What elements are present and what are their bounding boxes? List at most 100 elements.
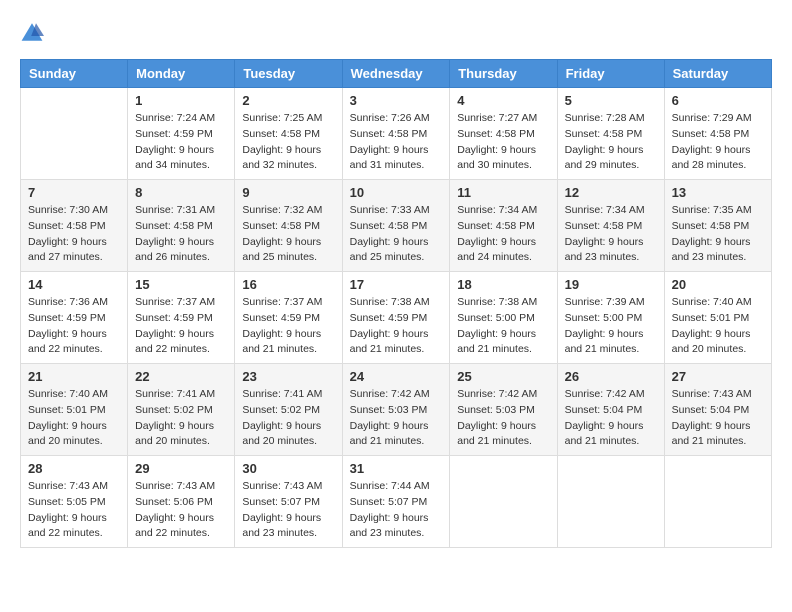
day-number: 29 bbox=[135, 461, 227, 476]
day-cell: 17 Sunrise: 7:38 AMSunset: 4:59 PMDayligh… bbox=[342, 272, 450, 364]
day-number: 7 bbox=[28, 185, 120, 200]
day-number: 31 bbox=[350, 461, 443, 476]
header-sunday: Sunday bbox=[21, 60, 128, 88]
day-cell: 9 Sunrise: 7:32 AMSunset: 4:58 PMDaylight… bbox=[235, 180, 342, 272]
logo bbox=[20, 20, 48, 44]
day-info: Sunrise: 7:25 AMSunset: 4:58 PMDaylight:… bbox=[242, 111, 334, 174]
day-number: 30 bbox=[242, 461, 334, 476]
day-info: Sunrise: 7:32 AMSunset: 4:58 PMDaylight:… bbox=[242, 203, 334, 266]
day-number: 21 bbox=[28, 369, 120, 384]
day-info: Sunrise: 7:40 AMSunset: 5:01 PMDaylight:… bbox=[28, 387, 120, 450]
day-cell: 7 Sunrise: 7:30 AMSunset: 4:58 PMDaylight… bbox=[21, 180, 128, 272]
day-number: 25 bbox=[457, 369, 549, 384]
day-number: 11 bbox=[457, 185, 549, 200]
day-number: 4 bbox=[457, 93, 549, 108]
day-cell: 16Sunrise: 7:37 AMSunset: 4:59 PMDayligh… bbox=[235, 272, 342, 364]
day-cell: 19 Sunrise: 7:39 AMSunset: 5:00 PMDayligh… bbox=[557, 272, 664, 364]
day-cell: 21 Sunrise: 7:40 AMSunset: 5:01 PMDayligh… bbox=[21, 364, 128, 456]
header-saturday: Saturday bbox=[664, 60, 771, 88]
day-number: 9 bbox=[242, 185, 334, 200]
day-number: 12 bbox=[565, 185, 657, 200]
day-number: 3 bbox=[350, 93, 443, 108]
day-cell: 14 Sunrise: 7:36 AMSunset: 4:59 PMDayligh… bbox=[21, 272, 128, 364]
day-cell: 18 Sunrise: 7:38 AMSunset: 5:00 PMDayligh… bbox=[450, 272, 557, 364]
day-cell bbox=[450, 456, 557, 548]
day-cell: 25 Sunrise: 7:42 AMSunset: 5:03 PMDayligh… bbox=[450, 364, 557, 456]
day-cell: 28 Sunrise: 7:43 AMSunset: 5:05 PMDayligh… bbox=[21, 456, 128, 548]
day-number: 27 bbox=[672, 369, 764, 384]
day-cell: 6 Sunrise: 7:29 AMSunset: 4:58 PMDaylight… bbox=[664, 88, 771, 180]
day-cell: 11 Sunrise: 7:34 AMSunset: 4:58 PMDayligh… bbox=[450, 180, 557, 272]
day-number: 23 bbox=[242, 369, 334, 384]
day-info: Sunrise: 7:30 AMSunset: 4:58 PMDaylight:… bbox=[28, 203, 120, 266]
day-number: 15 bbox=[135, 277, 227, 292]
day-number: 1 bbox=[135, 93, 227, 108]
week-row-2: 7 Sunrise: 7:30 AMSunset: 4:58 PMDaylight… bbox=[21, 180, 772, 272]
day-info: Sunrise: 7:42 AMSunset: 5:03 PMDaylight:… bbox=[457, 387, 549, 450]
day-number: 28 bbox=[28, 461, 120, 476]
day-number: 22 bbox=[135, 369, 227, 384]
day-info: Sunrise: 7:38 AMSunset: 4:59 PMDaylight:… bbox=[350, 295, 443, 358]
day-number: 2 bbox=[242, 93, 334, 108]
day-info: Sunrise: 7:27 AMSunset: 4:58 PMDaylight:… bbox=[457, 111, 549, 174]
day-cell: 3 Sunrise: 7:26 AMSunset: 4:58 PMDaylight… bbox=[342, 88, 450, 180]
week-row-1: 1Sunrise: 7:24 AMSunset: 4:59 PMDaylight… bbox=[21, 88, 772, 180]
day-info: Sunrise: 7:38 AMSunset: 5:00 PMDaylight:… bbox=[457, 295, 549, 358]
day-cell bbox=[664, 456, 771, 548]
day-cell: 20Sunrise: 7:40 AMSunset: 5:01 PMDayligh… bbox=[664, 272, 771, 364]
day-info: Sunrise: 7:37 AMSunset: 4:59 PMDaylight:… bbox=[135, 295, 227, 358]
day-info: Sunrise: 7:33 AMSunset: 4:58 PMDaylight:… bbox=[350, 203, 443, 266]
day-number: 16 bbox=[242, 277, 334, 292]
day-info: Sunrise: 7:44 AMSunset: 5:07 PMDaylight:… bbox=[350, 479, 443, 542]
day-info: Sunrise: 7:43 AMSunset: 5:04 PMDaylight:… bbox=[672, 387, 764, 450]
day-info: Sunrise: 7:26 AMSunset: 4:58 PMDaylight:… bbox=[350, 111, 443, 174]
logo-icon bbox=[20, 20, 44, 44]
calendar: SundayMondayTuesdayWednesdayThursdayFrid… bbox=[20, 59, 772, 548]
day-cell: 31 Sunrise: 7:44 AMSunset: 5:07 PMDayligh… bbox=[342, 456, 450, 548]
day-cell: 24 Sunrise: 7:42 AMSunset: 5:03 PMDayligh… bbox=[342, 364, 450, 456]
day-cell: 23 Sunrise: 7:41 AMSunset: 5:02 PMDayligh… bbox=[235, 364, 342, 456]
week-row-4: 21 Sunrise: 7:40 AMSunset: 5:01 PMDayligh… bbox=[21, 364, 772, 456]
day-info: Sunrise: 7:35 AMSunset: 4:58 PMDaylight:… bbox=[672, 203, 764, 266]
day-info: Sunrise: 7:31 AMSunset: 4:58 PMDaylight:… bbox=[135, 203, 227, 266]
day-number: 24 bbox=[350, 369, 443, 384]
day-cell: 5Sunrise: 7:28 AMSunset: 4:58 PMDaylight… bbox=[557, 88, 664, 180]
day-info: Sunrise: 7:41 AMSunset: 5:02 PMDaylight:… bbox=[242, 387, 334, 450]
day-cell: 8Sunrise: 7:31 AMSunset: 4:58 PMDaylight… bbox=[128, 180, 235, 272]
day-number: 6 bbox=[672, 93, 764, 108]
day-cell: 2 Sunrise: 7:25 AMSunset: 4:58 PMDaylight… bbox=[235, 88, 342, 180]
day-cell: 27 Sunrise: 7:43 AMSunset: 5:04 PMDayligh… bbox=[664, 364, 771, 456]
day-info: Sunrise: 7:28 AMSunset: 4:58 PMDaylight:… bbox=[565, 111, 657, 174]
day-number: 18 bbox=[457, 277, 549, 292]
day-number: 14 bbox=[28, 277, 120, 292]
day-number: 10 bbox=[350, 185, 443, 200]
day-cell: 29Sunrise: 7:43 AMSunset: 5:06 PMDayligh… bbox=[128, 456, 235, 548]
day-cell: 4 Sunrise: 7:27 AMSunset: 4:58 PMDaylight… bbox=[450, 88, 557, 180]
day-info: Sunrise: 7:43 AMSunset: 5:05 PMDaylight:… bbox=[28, 479, 120, 542]
day-number: 20 bbox=[672, 277, 764, 292]
day-cell: 26Sunrise: 7:42 AMSunset: 5:04 PMDayligh… bbox=[557, 364, 664, 456]
day-info: Sunrise: 7:42 AMSunset: 5:03 PMDaylight:… bbox=[350, 387, 443, 450]
day-cell: 15 Sunrise: 7:37 AMSunset: 4:59 PMDayligh… bbox=[128, 272, 235, 364]
day-info: Sunrise: 7:41 AMSunset: 5:02 PMDaylight:… bbox=[135, 387, 227, 450]
day-cell: 1Sunrise: 7:24 AMSunset: 4:59 PMDaylight… bbox=[128, 88, 235, 180]
day-info: Sunrise: 7:36 AMSunset: 4:59 PMDaylight:… bbox=[28, 295, 120, 358]
day-cell: 10 Sunrise: 7:33 AMSunset: 4:58 PMDayligh… bbox=[342, 180, 450, 272]
day-info: Sunrise: 7:43 AMSunset: 5:07 PMDaylight:… bbox=[242, 479, 334, 542]
calendar-header-row: SundayMondayTuesdayWednesdayThursdayFrid… bbox=[21, 60, 772, 88]
day-number: 26 bbox=[565, 369, 657, 384]
day-info: Sunrise: 7:39 AMSunset: 5:00 PMDaylight:… bbox=[565, 295, 657, 358]
header-tuesday: Tuesday bbox=[235, 60, 342, 88]
day-info: Sunrise: 7:34 AMSunset: 4:58 PMDaylight:… bbox=[457, 203, 549, 266]
day-number: 13 bbox=[672, 185, 764, 200]
header-thursday: Thursday bbox=[450, 60, 557, 88]
day-cell: 13 Sunrise: 7:35 AMSunset: 4:58 PMDayligh… bbox=[664, 180, 771, 272]
day-cell bbox=[557, 456, 664, 548]
week-row-3: 14 Sunrise: 7:36 AMSunset: 4:59 PMDayligh… bbox=[21, 272, 772, 364]
day-info: Sunrise: 7:29 AMSunset: 4:58 PMDaylight:… bbox=[672, 111, 764, 174]
day-number: 17 bbox=[350, 277, 443, 292]
header-wednesday: Wednesday bbox=[342, 60, 450, 88]
day-number: 19 bbox=[565, 277, 657, 292]
header-monday: Monday bbox=[128, 60, 235, 88]
week-row-5: 28 Sunrise: 7:43 AMSunset: 5:05 PMDayligh… bbox=[21, 456, 772, 548]
